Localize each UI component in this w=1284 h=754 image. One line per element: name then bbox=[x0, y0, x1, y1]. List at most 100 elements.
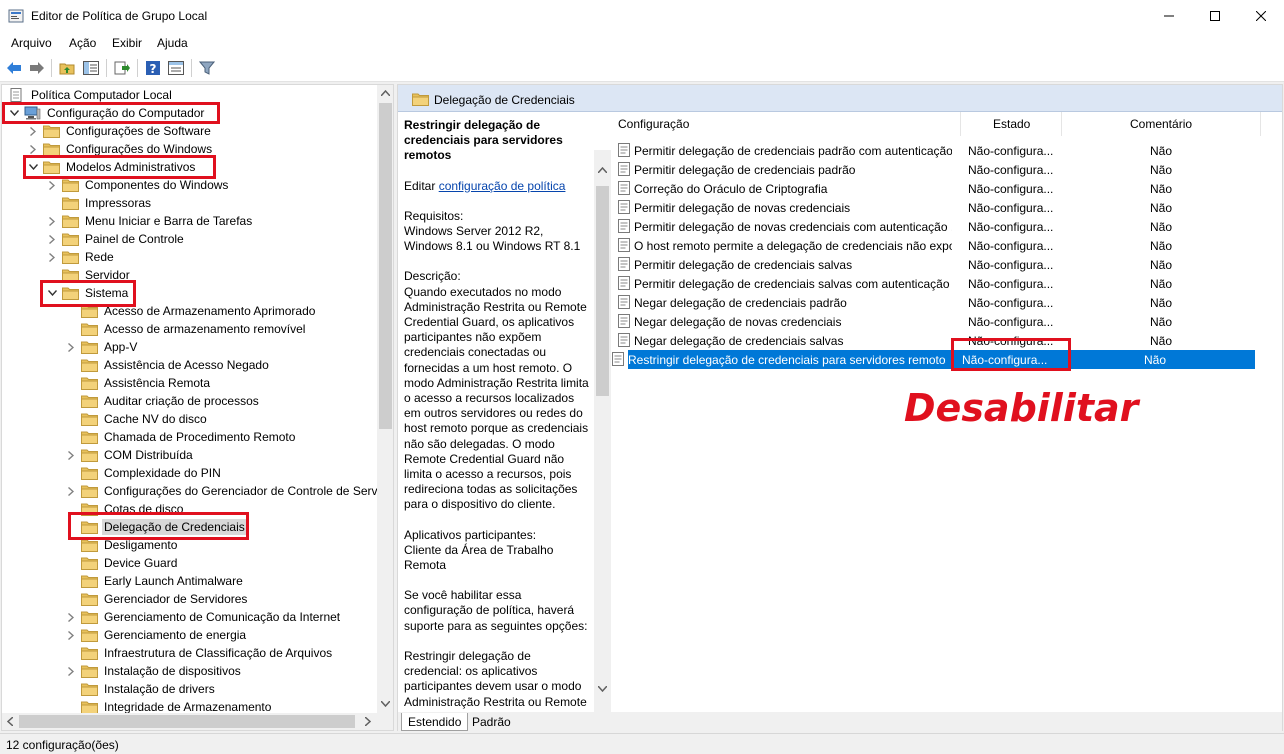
collapsed-chevron-icon[interactable] bbox=[46, 230, 58, 248]
tree-node[interactable]: Configurações de Software bbox=[27, 122, 213, 140]
setting-name: Negar delegação de novas credenciais bbox=[634, 315, 842, 329]
setting-row[interactable]: Permitir delegação de credenciais salvas… bbox=[618, 255, 1262, 274]
menu-arquivo[interactable]: Arquivo bbox=[11, 36, 52, 50]
tree-node[interactable]: COM Distribuída bbox=[65, 446, 195, 464]
tree-node[interactable]: Assistência de Acesso Negado bbox=[65, 356, 271, 374]
back-button[interactable] bbox=[5, 59, 23, 77]
description-scroll-thumb[interactable] bbox=[596, 186, 609, 396]
collapsed-chevron-icon[interactable] bbox=[27, 140, 39, 158]
tree-node[interactable]: Instalação de drivers bbox=[65, 680, 217, 698]
tree-node[interactable]: Impressoras bbox=[46, 194, 153, 212]
tree-node[interactable]: Servidor bbox=[46, 266, 132, 284]
expanded-chevron-icon[interactable] bbox=[8, 104, 20, 122]
tree-node[interactable]: Delegação de Credenciais bbox=[65, 518, 247, 536]
expanded-chevron-icon[interactable] bbox=[27, 158, 39, 176]
tree-node[interactable]: Infraestrutura de Classificação de Arqui… bbox=[65, 644, 334, 662]
collapsed-chevron-icon[interactable] bbox=[46, 248, 58, 266]
svg-text:?: ? bbox=[150, 62, 157, 76]
column-header-state[interactable]: Estado bbox=[993, 112, 1030, 136]
tree-node[interactable]: Early Launch Antimalware bbox=[65, 572, 245, 590]
tree-node[interactable]: Cache NV do disco bbox=[65, 410, 209, 428]
collapsed-chevron-icon[interactable] bbox=[65, 662, 77, 680]
close-icon bbox=[1256, 11, 1266, 21]
tree-node[interactable]: Configurações do Windows bbox=[27, 140, 214, 158]
tree-node[interactable]: Gerenciamento de energia bbox=[65, 626, 248, 644]
tree-node[interactable]: Modelos Administrativos bbox=[27, 158, 197, 176]
collapsed-chevron-icon[interactable] bbox=[46, 176, 58, 194]
setting-row[interactable]: Permitir delegação de credenciais padrão… bbox=[618, 141, 1262, 160]
setting-row[interactable]: Restringir delegação de credenciais para… bbox=[612, 350, 1255, 369]
tree-node[interactable]: Acesso de armazenamento removível bbox=[65, 320, 307, 338]
up-folder-button[interactable] bbox=[58, 59, 76, 77]
maximize-button[interactable] bbox=[1192, 0, 1238, 32]
tree-node[interactable]: Painel de Controle bbox=[46, 230, 186, 248]
folder-icon bbox=[81, 413, 98, 426]
tree-vertical-scroll-thumb[interactable] bbox=[379, 103, 392, 429]
filter-button[interactable] bbox=[198, 59, 216, 77]
collapsed-chevron-icon[interactable] bbox=[65, 338, 77, 356]
tree-node[interactable]: Desligamento bbox=[65, 536, 179, 554]
tree-vertical-scrollbar[interactable] bbox=[377, 85, 393, 713]
tree-node[interactable]: Chamada de Procedimento Remoto bbox=[65, 428, 297, 446]
tree-node[interactable]: Cotas de disco bbox=[65, 500, 185, 518]
title-bar: Editor de Política de Grupo Local bbox=[0, 0, 1284, 32]
tree-node[interactable]: Assistência Remota bbox=[65, 374, 212, 392]
tree-node[interactable]: App-V bbox=[65, 338, 139, 356]
tree-root[interactable]: Política Computador Local bbox=[8, 86, 174, 104]
tree-node[interactable]: Integridade de Armazenamento bbox=[65, 698, 273, 713]
edit-policy-link[interactable]: configuração de política bbox=[439, 179, 566, 193]
tree-node[interactable]: Gerenciamento de Comunicação da Internet bbox=[65, 608, 342, 626]
collapsed-chevron-icon[interactable] bbox=[65, 482, 77, 500]
collapsed-chevron-icon[interactable] bbox=[27, 122, 39, 140]
tree-node[interactable]: Auditar criação de processos bbox=[65, 392, 261, 410]
collapsed-chevron-icon[interactable] bbox=[65, 626, 77, 644]
tree-node[interactable]: Configuração do Computador bbox=[8, 104, 206, 122]
setting-row[interactable]: O host remoto permite a delegação de cre… bbox=[618, 236, 1262, 255]
collapsed-chevron-icon[interactable] bbox=[65, 608, 77, 626]
tree-node[interactable]: Configurações do Gerenciador de Controle… bbox=[65, 482, 377, 500]
tree-horizontal-scrollbar[interactable] bbox=[2, 713, 377, 730]
setting-state: Não-configura... bbox=[968, 220, 1054, 234]
menu-exibir[interactable]: Exibir bbox=[112, 36, 142, 50]
tree-node[interactable]: Complexidade do PIN bbox=[65, 464, 223, 482]
tree-node[interactable]: Rede bbox=[46, 248, 116, 266]
setting-row[interactable]: Permitir delegação de novas credenciais … bbox=[618, 217, 1262, 236]
setting-row[interactable]: Permitir delegação de novas credenciais N… bbox=[618, 198, 1262, 217]
scroll-down-icon bbox=[381, 701, 390, 707]
setting-row[interactable]: Correção do Oráculo de Criptografia Não-c… bbox=[618, 179, 1262, 198]
setting-heading: Restringir delegação de credenciais para… bbox=[404, 118, 563, 163]
setting-row[interactable]: Negar delegação de novas credenciais Não-… bbox=[618, 312, 1262, 331]
column-header-setting[interactable]: Configuração bbox=[618, 112, 689, 136]
setting-row[interactable]: Negar delegação de credenciais padrão Não… bbox=[618, 293, 1262, 312]
tree-node[interactable]: Componentes do Windows bbox=[46, 176, 230, 194]
collapsed-chevron-icon[interactable] bbox=[65, 446, 77, 464]
column-header-comment[interactable]: Comentário bbox=[1130, 112, 1192, 136]
folder-icon bbox=[81, 521, 98, 534]
tab-estendido[interactable]: Estendido bbox=[401, 713, 469, 731]
folder-icon bbox=[81, 323, 98, 336]
setting-row[interactable]: Permitir delegação de credenciais padrão… bbox=[618, 160, 1262, 179]
tree-node[interactable]: Acesso de Armazenamento Aprimorado bbox=[65, 302, 317, 320]
description-scrollbar[interactable] bbox=[594, 150, 611, 712]
export-list-button[interactable] bbox=[113, 59, 131, 77]
menu-acao[interactable]: Ação bbox=[69, 36, 96, 50]
tree-node[interactable]: Gerenciador de Servidores bbox=[65, 590, 249, 608]
collapsed-chevron-icon[interactable] bbox=[46, 212, 58, 230]
show-hide-tree-button[interactable] bbox=[82, 59, 100, 77]
forward-button[interactable] bbox=[28, 59, 46, 77]
tree-horizontal-scroll-thumb[interactable] bbox=[19, 715, 355, 728]
tab-padrao[interactable]: Padrão bbox=[466, 713, 517, 731]
tree-node[interactable]: Sistema bbox=[46, 284, 130, 302]
setting-row[interactable]: Negar delegação de credenciais salvas Não… bbox=[618, 331, 1262, 350]
tree-node[interactable]: Menu Iniciar e Barra de Tarefas bbox=[46, 212, 254, 230]
minimize-button[interactable] bbox=[1146, 0, 1192, 32]
close-button[interactable] bbox=[1238, 0, 1284, 32]
setting-comment: Não bbox=[1150, 334, 1173, 348]
menu-ajuda[interactable]: Ajuda bbox=[157, 36, 188, 50]
tree-node[interactable]: Instalação de dispositivos bbox=[65, 662, 243, 680]
help-button[interactable]: ? bbox=[144, 59, 162, 77]
tree-node[interactable]: Device Guard bbox=[65, 554, 179, 572]
properties-button[interactable] bbox=[167, 59, 185, 77]
setting-row[interactable]: Permitir delegação de credenciais salvas… bbox=[618, 274, 1262, 293]
expanded-chevron-icon[interactable] bbox=[46, 284, 58, 302]
